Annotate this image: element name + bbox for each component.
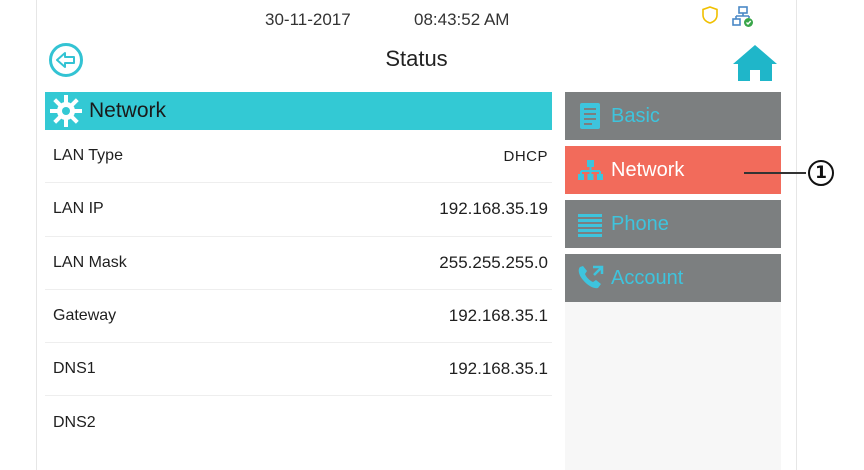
tab-phone[interactable]: Phone	[565, 200, 781, 248]
tab-basic[interactable]: Basic	[565, 92, 781, 140]
tab-menu-empty-area	[565, 302, 781, 470]
device-screen: 30-11-2017 08:43:52 AM Status Network LA…	[36, 0, 797, 470]
row-label: DNS1	[53, 360, 96, 378]
row-gateway: Gateway 192.168.35.1	[45, 290, 552, 344]
page-title: Status	[385, 46, 448, 71]
row-value: 192.168.35.1	[448, 306, 548, 326]
tab-label: Basic	[611, 104, 660, 127]
row-dns2: DNS2	[45, 396, 552, 449]
network-icon	[578, 160, 603, 180]
tab-label: Account	[611, 266, 684, 289]
home-icon[interactable]	[732, 44, 778, 82]
status-tab-menu: Basic Network Phone Account	[565, 92, 781, 308]
document-icon	[580, 103, 600, 129]
section-title: Network	[89, 99, 167, 122]
row-label: DNS2	[53, 414, 96, 432]
tab-account[interactable]: Account	[565, 254, 781, 302]
tab-label: Phone	[611, 212, 669, 235]
section-header: Network	[45, 92, 552, 130]
callout-leader-line	[744, 172, 806, 174]
phone-account-icon	[578, 265, 604, 289]
row-lan-mask: LAN Mask 255.255.255.0	[45, 237, 552, 290]
tab-label: Network	[611, 158, 685, 181]
status-bar: 30-11-2017 08:43:52 AM	[37, 0, 796, 38]
status-time: 08:43:52 AM	[414, 10, 510, 29]
status-date: 30-11-2017	[265, 10, 351, 29]
row-value: 255.255.255.0	[439, 252, 548, 272]
callout-number: 1	[808, 160, 834, 186]
row-lan-ip: LAN IP 192.168.35.19	[45, 183, 552, 237]
tab-network[interactable]: Network	[565, 146, 781, 194]
gear-icon	[50, 95, 82, 127]
shield-icon	[702, 6, 718, 24]
list-icon	[578, 214, 602, 237]
row-lan-type: LAN Type DHCP	[45, 130, 552, 184]
row-value: 192.168.35.19	[439, 199, 548, 219]
lan-status-icon	[732, 6, 753, 27]
network-info-list: LAN Type DHCP LAN IP 192.168.35.19 LAN M…	[45, 130, 552, 450]
row-value: DHCP	[503, 147, 548, 165]
row-value: 192.168.35.1	[448, 359, 548, 379]
row-label: Gateway	[53, 307, 117, 325]
row-label: LAN Mask	[53, 253, 127, 271]
row-dns1: DNS1 192.168.35.1	[45, 343, 552, 397]
row-label: LAN IP	[53, 200, 104, 218]
row-label: LAN Type	[53, 147, 123, 165]
